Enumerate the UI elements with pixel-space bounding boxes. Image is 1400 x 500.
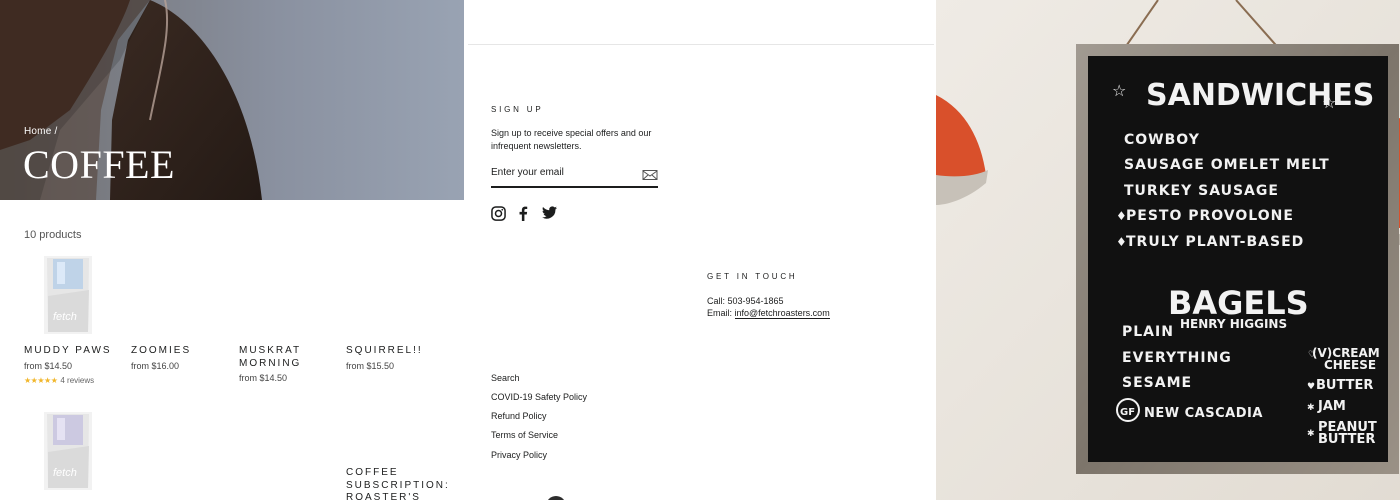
contact-email-label: Email:	[707, 308, 735, 318]
chat-widget-button[interactable]	[546, 496, 566, 500]
breadcrumb: Home /	[24, 126, 57, 137]
review-count: 4 reviews	[60, 376, 95, 385]
svg-text:☆: ☆	[1112, 81, 1126, 100]
product-name[interactable]: ZOOMIES	[131, 345, 231, 358]
contact-heading: GET IN TOUCH	[707, 272, 798, 281]
signup-description: Sign up to receive special offers and ou…	[491, 128, 652, 151]
svg-text:☆: ☆	[1322, 93, 1336, 112]
footer-link-privacy[interactable]: Privacy Policy	[491, 450, 547, 460]
mail-icon	[642, 170, 658, 180]
svg-text:NEW CASCADIA: NEW CASCADIA	[1144, 406, 1263, 421]
product-name[interactable]: MUSKRAT MORNING	[239, 345, 309, 370]
product-price: from $14.50	[24, 361, 73, 371]
newsletter-submit-button[interactable]	[642, 169, 658, 181]
twitter-link[interactable]	[542, 206, 558, 222]
newsletter-form	[491, 164, 658, 188]
product-name[interactable]: COFFEE SUBSCRIPTION: ROASTER'S	[346, 467, 448, 500]
footer-link-covid-policy[interactable]: COVID-19 Safety Policy	[491, 392, 587, 402]
footer-link-terms[interactable]: Terms of Service	[491, 430, 558, 440]
svg-text:♡: ♡	[1308, 350, 1316, 360]
footer-link-refund-policy[interactable]: Refund Policy	[491, 411, 547, 421]
page-title: COFFEE	[23, 142, 175, 187]
product-image[interactable]: fetch	[44, 256, 92, 334]
contact-email-link[interactable]: info@fetchroasters.com	[734, 308, 830, 319]
svg-text:TRULY PLANT-BASED: TRULY PLANT-BASED	[1126, 234, 1304, 250]
signup-heading: SIGN UP	[491, 105, 544, 114]
breadcrumb-home-link[interactable]: Home	[24, 126, 51, 137]
breadcrumb-separator: /	[54, 126, 58, 137]
product-price: from $15.50	[346, 361, 395, 371]
instagram-icon	[491, 206, 506, 221]
product-price: from $16.00	[131, 361, 180, 371]
product-price: from $14.50	[239, 373, 288, 383]
product-rating: ★★★★★ 4 reviews	[24, 376, 94, 385]
svg-text:PESTO PROVOLONE: PESTO PROVOLONE	[1126, 208, 1294, 224]
facebook-link[interactable]	[518, 206, 534, 222]
site-footer: SIGN UP Sign up to receive special offer…	[464, 0, 936, 500]
svg-text:SESAME: SESAME	[1122, 375, 1192, 391]
footer-link-search[interactable]: Search	[491, 373, 520, 383]
product-image[interactable]: fetch	[44, 412, 92, 490]
svg-text:HENRY HIGGINS: HENRY HIGGINS	[1180, 317, 1287, 331]
svg-text:SAUSAGE OMELET MELT: SAUSAGE OMELET MELT	[1124, 157, 1330, 173]
svg-text:TURKEY SAUSAGE: TURKEY SAUSAGE	[1124, 183, 1279, 199]
footer-divider	[468, 44, 934, 45]
contact-email-line: Email: info@fetchroasters.com	[707, 308, 830, 319]
menu-board-image: SANDWICHES ☆ ☆ COWBOY SAUSAGE OMELET MEL…	[936, 0, 1400, 500]
collection-panel: Home / COFFEE 10 products fetch MUDDY PAW…	[0, 0, 464, 500]
svg-text:PLAIN: PLAIN	[1122, 324, 1174, 340]
product-name[interactable]: SQUIRREL!!	[346, 345, 446, 358]
collection-hero: Home / COFFEE	[0, 0, 464, 200]
product-count: 10 products	[24, 229, 82, 241]
svg-text:BUTTER: BUTTER	[1316, 378, 1373, 393]
facebook-icon	[519, 206, 528, 221]
svg-text:BUTTER: BUTTER	[1318, 432, 1375, 447]
svg-text:✱: ✱	[1307, 429, 1315, 439]
svg-text:fetch: fetch	[53, 311, 77, 323]
svg-text:SANDWICHES: SANDWICHES	[1146, 78, 1374, 113]
twitter-icon	[542, 206, 557, 219]
product-name[interactable]: MUDDY PAWS	[24, 345, 124, 358]
svg-text:✱: ✱	[1307, 403, 1315, 413]
svg-text:fetch: fetch	[53, 467, 77, 479]
svg-text:♦: ♦	[1116, 235, 1127, 249]
svg-text:COWBOY: COWBOY	[1124, 132, 1200, 148]
menu-board-photo: SANDWICHES ☆ ☆ COWBOY SAUSAGE OMELET MEL…	[936, 0, 1400, 500]
contact-phone[interactable]: Call: 503-954-1865	[707, 296, 784, 306]
star-rating-icons: ★★★★★	[24, 376, 58, 385]
svg-text:GF: GF	[1120, 407, 1135, 418]
svg-text:♥: ♥	[1307, 382, 1315, 392]
svg-text:EVERYTHING: EVERYTHING	[1122, 350, 1232, 366]
svg-text:CHEESE: CHEESE	[1324, 358, 1376, 372]
email-input[interactable]	[491, 167, 631, 178]
svg-text:♦: ♦	[1116, 209, 1127, 223]
svg-text:JAM: JAM	[1317, 399, 1346, 414]
instagram-link[interactable]	[491, 206, 507, 222]
